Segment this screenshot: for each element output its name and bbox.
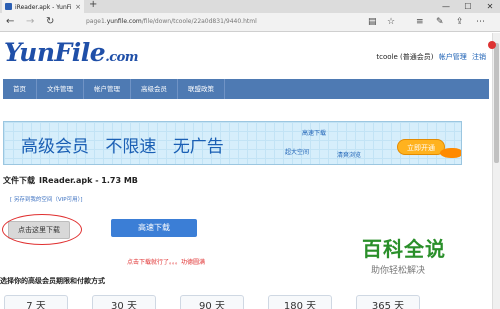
file-title: 文件下载 IReader.apk - 1.73 MB [3, 175, 138, 186]
url-domain: yunfile.com [106, 18, 142, 25]
address-bar: ← → ↻ page1.yunfile.com/file/down/tcoole… [0, 13, 500, 32]
back-icon[interactable]: ← [6, 15, 14, 29]
logo-suffix: .com [105, 50, 139, 65]
site-favicon-icon [5, 3, 12, 10]
forward-icon: → [26, 16, 35, 27]
watermark-title: 百科全说 [362, 237, 446, 261]
plan-30-days[interactable]: 30 天 [92, 295, 156, 309]
account-link[interactable]: 帐户管理 [439, 53, 467, 61]
plan-90-days[interactable]: 90 天 [180, 295, 244, 309]
page-scrollbar[interactable] [492, 33, 500, 309]
hub-icon[interactable]: ≡ [416, 16, 424, 28]
plan-365-days[interactable]: 365 天 [356, 295, 420, 309]
menu-item-vip[interactable]: 高级会员 [131, 79, 178, 99]
fast-download-button[interactable]: 高速下载 [111, 219, 197, 237]
yunfile-logo[interactable]: YunFile.com [4, 38, 139, 67]
browser-tab[interactable]: iReader.apk - YunFile网... × [2, 0, 84, 13]
download-hint: 点击下载就行了。。。功德圆满 [127, 259, 206, 266]
browser-tab-bar: iReader.apk - YunFile网... × + — ☐ ✕ [0, 0, 500, 13]
main-menu: 首页 文件管理 帐户管理 高级会员 联盟政策 [3, 79, 489, 99]
logo-main: YunFile [4, 38, 106, 67]
plans-title: 选择你的高级会员期限和付款方式 [0, 277, 105, 285]
banner-open-button[interactable]: 立即开通 [397, 139, 445, 155]
minimize-icon[interactable]: — [436, 0, 456, 13]
tab-title: iReader.apk - YunFile网... [15, 4, 72, 11]
file-heading: 文件下载 [3, 176, 35, 185]
highlight-ellipse [2, 214, 82, 245]
vip-banner[interactable]: 高级会员 不限速 无广告 高速下载 超大空间 清爽浏览 立即开通 [3, 121, 462, 165]
banner-headline: 高级会员 不限速 无广告 [21, 132, 235, 157]
banner-text-vip: 高级会员 [21, 137, 89, 157]
notification-dot-icon [488, 41, 496, 49]
save-to-space-link[interactable]: [ 另存到我的空间（VIP可用）] [10, 195, 83, 203]
tab-close-icon[interactable]: × [75, 3, 81, 11]
menu-item-files[interactable]: 文件管理 [37, 79, 84, 99]
user-area: tcoole (普通会员) 帐户管理 注销 [376, 52, 486, 62]
banner-feature-space: 超大空间 [285, 149, 310, 156]
share-icon[interactable]: ⇪ [456, 16, 464, 28]
url-path: /file/down/tcoole/22a0d831/9440.html [141, 18, 257, 25]
banner-fish-icon [440, 148, 461, 158]
scrollbar-thumb[interactable] [494, 43, 499, 163]
username: tcoole (普通会员) [376, 53, 434, 61]
menu-item-alliance[interactable]: 联盟政策 [178, 79, 225, 99]
more-icon[interactable]: ⋯ [476, 16, 485, 28]
watermark-subtitle: 助你轻松解决 [371, 266, 426, 276]
notes-icon[interactable]: ✎ [436, 16, 444, 28]
banner-feature-clean: 清爽浏览 [337, 152, 362, 159]
menu-item-account[interactable]: 帐户管理 [84, 79, 131, 99]
url-field[interactable]: page1.yunfile.com/file/down/tcoole/22a0d… [86, 18, 257, 25]
banner-text-noads: 无广告 [172, 137, 224, 157]
favorite-star-icon[interactable]: ☆ [387, 16, 395, 28]
url-prefix: page1. [86, 18, 107, 25]
refresh-icon[interactable]: ↻ [46, 15, 54, 29]
close-window-icon[interactable]: ✕ [480, 0, 500, 13]
reading-view-icon[interactable]: ▤ [368, 16, 377, 28]
file-name: IReader.apk - 1.73 MB [39, 176, 138, 185]
maximize-icon[interactable]: ☐ [458, 0, 478, 13]
logout-link[interactable]: 注销 [472, 53, 486, 61]
plan-180-days[interactable]: 180 天 [268, 295, 332, 309]
banner-text-nolimit: 不限速 [105, 137, 157, 157]
menu-item-home[interactable]: 首页 [3, 79, 37, 99]
plan-7-days[interactable]: 7 天 [4, 295, 68, 309]
new-tab-icon[interactable]: + [89, 0, 97, 10]
banner-feature-speed: 高速下载 [302, 130, 327, 137]
